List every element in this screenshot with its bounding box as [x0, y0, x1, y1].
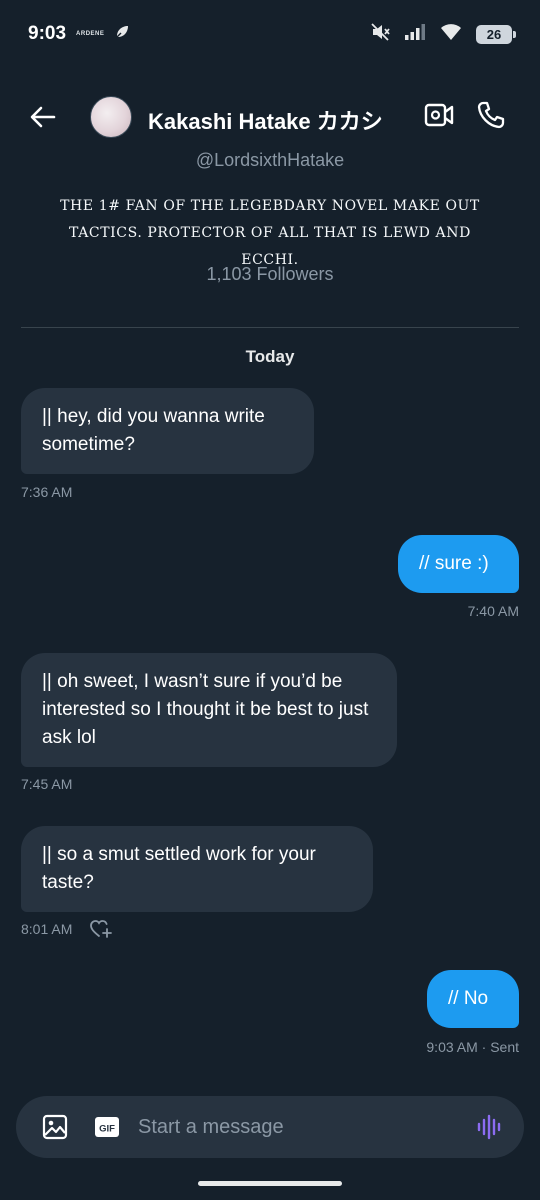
- phone-icon: [477, 101, 505, 129]
- message-timestamp: 7:45 AM: [21, 776, 73, 792]
- divider: [21, 327, 519, 328]
- carrier-logo: ARDENE: [76, 31, 105, 37]
- add-reaction-button[interactable]: [90, 919, 112, 939]
- gif-icon: GIF: [95, 1117, 119, 1137]
- add-reaction-heart-icon: [90, 920, 112, 938]
- message-timestamp: 9:03 AM · Sent: [426, 1039, 519, 1055]
- voice-message-button[interactable]: [476, 1114, 504, 1140]
- status-right: 26: [370, 22, 516, 46]
- message-input[interactable]: [138, 1109, 458, 1145]
- mute-icon: [370, 22, 390, 46]
- battery-icon: 26: [476, 24, 516, 44]
- message-timestamp: 7:36 AM: [21, 484, 73, 500]
- message-bubble-sent[interactable]: // No: [427, 970, 519, 1028]
- add-image-button[interactable]: [42, 1114, 68, 1140]
- back-arrow-icon: [30, 106, 56, 128]
- back-button[interactable]: [26, 100, 60, 134]
- app-notification-icon: [114, 24, 130, 45]
- home-indicator[interactable]: [198, 1181, 342, 1186]
- contact-bio: THE 1# FAN OF THE LEGEBDARY NOVEL MAKE O…: [60, 198, 480, 268]
- message-composer: GIF: [16, 1096, 524, 1158]
- conversation-header: Kakashi Hatake カカシ: [0, 92, 540, 142]
- image-icon: [42, 1114, 68, 1140]
- voice-waveform-icon: [477, 1114, 501, 1140]
- message-timestamp: 7:40 AM: [467, 603, 519, 619]
- add-gif-button[interactable]: GIF: [94, 1114, 120, 1140]
- message-bubble-received[interactable]: || hey, did you wanna write sometime?: [21, 388, 314, 474]
- status-time: 9:03: [28, 23, 67, 44]
- message-bubble-sent[interactable]: // sure :): [398, 535, 519, 593]
- message-bubble-received[interactable]: || oh sweet, I wasn’t sure if you’d be i…: [21, 653, 397, 767]
- followers-count[interactable]: 1,103 Followers: [0, 264, 540, 285]
- message-timestamp: 8:01 AM: [21, 921, 73, 937]
- avatar[interactable]: [90, 96, 132, 138]
- gif-label: GIF: [99, 1124, 115, 1135]
- signal-icon: [404, 23, 426, 46]
- wifi-icon: [440, 23, 462, 46]
- contact-name[interactable]: Kakashi Hatake カカシ: [148, 104, 383, 136]
- day-label: Today: [245, 347, 295, 366]
- phone-call-button[interactable]: [476, 100, 510, 134]
- contact-handle[interactable]: @LordsixthHatake: [0, 150, 540, 171]
- message-bubble-received[interactable]: || so a smut settled work for your taste…: [21, 826, 373, 912]
- status-bar: 9:03 ARDENE 26: [0, 0, 540, 68]
- video-call-button[interactable]: [424, 102, 456, 132]
- video-call-icon: [424, 103, 454, 127]
- status-left: 9:03 ARDENE: [28, 23, 130, 45]
